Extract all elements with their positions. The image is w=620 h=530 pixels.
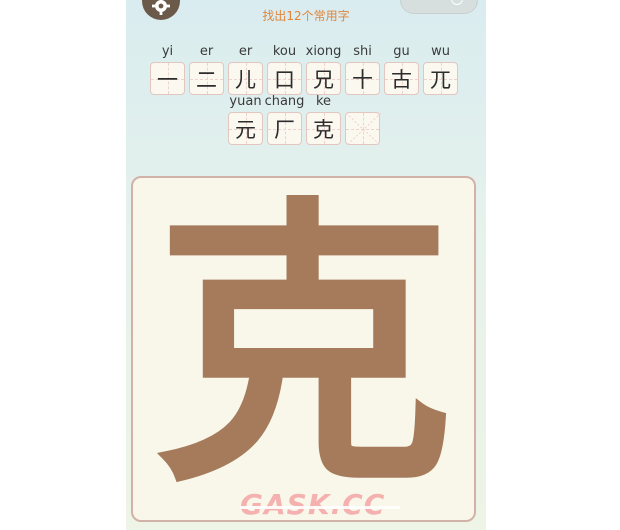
- found-char-slot: xiong 兄: [306, 44, 341, 95]
- found-char-slot: chang 厂: [264, 94, 305, 145]
- watermark-strike: [240, 506, 400, 509]
- char-box[interactable]: 兀: [423, 62, 458, 95]
- found-char-slot: yi 一: [150, 44, 185, 95]
- task-hint: 找出12个常用字: [262, 9, 350, 23]
- char-text: 厂: [274, 117, 295, 142]
- found-char-slot: er 儿: [228, 44, 263, 95]
- pinyin-label: kou: [272, 44, 297, 59]
- pinyin-label: ke: [315, 94, 332, 109]
- char-text: 儿: [235, 67, 256, 92]
- found-char-slot: gu 古: [384, 44, 419, 95]
- found-char-slot: [345, 94, 381, 146]
- char-box[interactable]: 儿: [228, 62, 263, 95]
- watermark-text: GASK.CC: [240, 488, 386, 521]
- char-box[interactable]: 二: [189, 62, 224, 95]
- char-text: 兀: [430, 67, 451, 92]
- char-text: 克: [313, 117, 334, 142]
- empty-char-box[interactable]: [345, 112, 381, 146]
- pinyin-label: yuan: [229, 94, 262, 109]
- char-text: 十: [352, 67, 373, 92]
- found-characters-row-1: yi 一 er 二 er 儿 kou 口 xiong 兄 shi 十 gu 古 …: [150, 44, 462, 95]
- found-char-slot: shi 十: [345, 44, 380, 95]
- game-screen: 找出12个常用字 yi 一 er 二 er 儿 kou 口 xiong 兄 sh…: [126, 0, 486, 530]
- char-text: 古: [391, 67, 412, 92]
- pinyin-label: yi: [161, 44, 174, 59]
- pinyin-label: er: [238, 44, 253, 59]
- pinyin-label: xiong: [305, 44, 342, 59]
- found-char-slot: wu 兀: [423, 44, 458, 95]
- char-text: 二: [196, 67, 217, 92]
- pinyin-label: gu: [393, 44, 410, 59]
- char-box[interactable]: 克: [306, 112, 341, 145]
- found-characters-row-2: yuan 元 chang 厂 ke 克: [228, 94, 384, 146]
- char-text: 兄: [313, 67, 334, 92]
- board-character[interactable]: 克: [133, 178, 474, 520]
- char-text: 一: [157, 67, 178, 92]
- char-text: 元: [235, 117, 256, 142]
- rice-grid-icon: [346, 113, 381, 146]
- pinyin-label: wu: [431, 44, 450, 59]
- char-box[interactable]: 口: [267, 62, 302, 95]
- pinyin-label: er: [199, 44, 214, 59]
- pinyin-label: shi: [353, 44, 372, 59]
- char-text: 口: [274, 67, 295, 92]
- char-box[interactable]: 兄: [306, 62, 341, 95]
- site-watermark: GASK.CC: [240, 488, 400, 528]
- pinyin-label: chang: [264, 94, 305, 109]
- char-box[interactable]: 十: [345, 62, 380, 95]
- char-box[interactable]: 一: [150, 62, 185, 95]
- close-circle-icon: [451, 0, 463, 5]
- char-box[interactable]: 古: [384, 62, 419, 95]
- found-char-slot: yuan 元: [228, 94, 263, 145]
- found-char-slot: ke 克: [306, 94, 341, 145]
- character-board[interactable]: 克: [131, 176, 476, 522]
- found-char-slot: kou 口: [267, 44, 302, 95]
- char-box[interactable]: 元: [228, 112, 263, 145]
- found-char-slot: er 二: [189, 44, 224, 95]
- char-box[interactable]: 厂: [267, 112, 302, 145]
